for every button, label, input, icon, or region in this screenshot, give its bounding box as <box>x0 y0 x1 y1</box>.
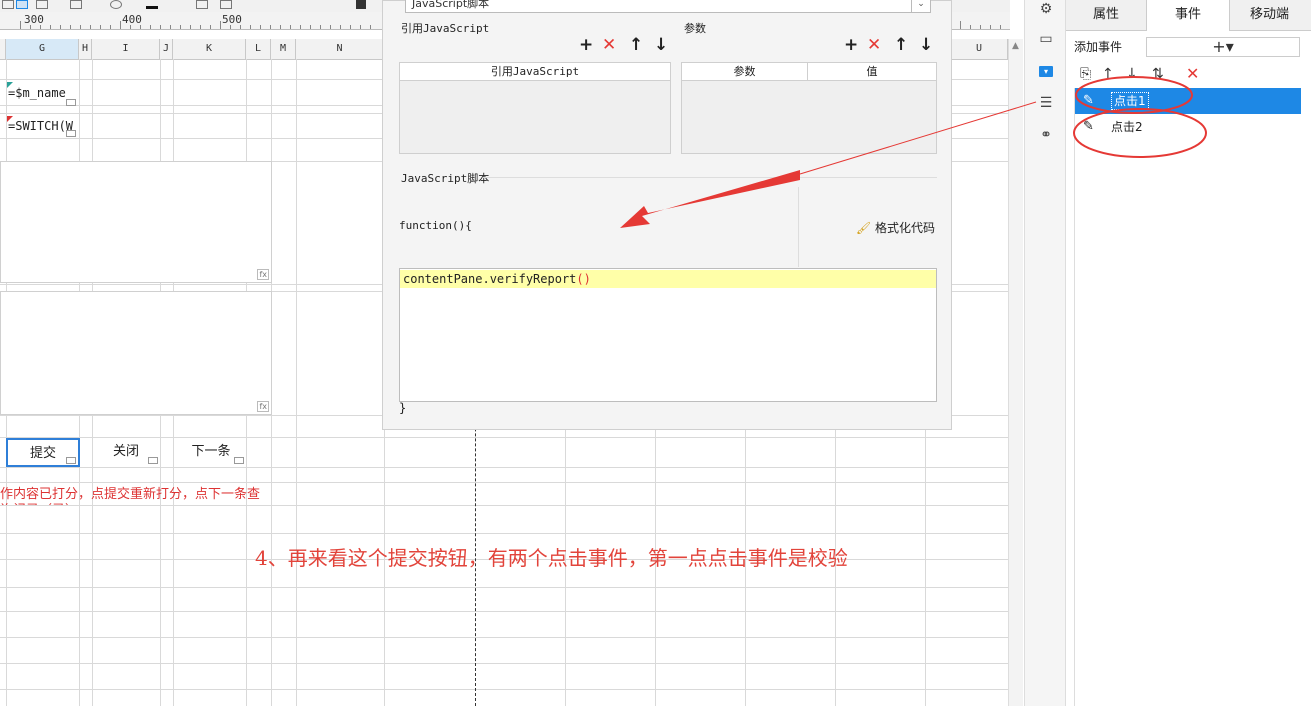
vertical-scrollbar[interactable]: ▲ <box>1008 39 1023 706</box>
delete-icon[interactable]: ✕ <box>1186 64 1199 83</box>
column-header-l[interactable]: L <box>246 39 271 59</box>
remove-ref-icon[interactable]: ✕ <box>602 35 616 55</box>
param-column-header: 参数 <box>682 63 808 81</box>
move-down-icon[interactable]: ↓ <box>1126 66 1138 82</box>
move-up-icon[interactable]: ↑ <box>1102 66 1114 82</box>
move-param-up-icon[interactable]: ↑ <box>894 35 908 55</box>
column-header-h[interactable]: H <box>79 39 92 59</box>
param-section-label: 参数 <box>684 22 706 35</box>
code-line[interactable]: contentPane.verifyReport() <box>400 270 936 288</box>
align-left-icon[interactable] <box>2 0 14 9</box>
event-item-label: 点击2 <box>1111 120 1143 134</box>
border-icon[interactable] <box>70 0 82 9</box>
side-icon-bar: ⚙ ▭ ▾ ☰ ⚭ <box>1024 0 1066 706</box>
move-param-down-icon[interactable]: ↓ <box>919 35 933 55</box>
tab-events[interactable]: 事件 <box>1146 0 1230 31</box>
merged-cell-block[interactable]: fx <box>0 161 272 283</box>
note-text: 询记录（录） <box>0 499 78 505</box>
add-event-label: 添加事件 <box>1074 40 1123 54</box>
column-header-m[interactable]: M <box>271 39 296 59</box>
brush-icon: 🖌 <box>855 221 872 235</box>
ref-js-table[interactable]: 引用JavaScript <box>399 62 671 154</box>
dropdown-widget-icon[interactable]: ▾ <box>1039 66 1053 77</box>
merge-icon[interactable] <box>196 0 208 9</box>
align-center-icon[interactable] <box>16 0 28 9</box>
event-toolbar: ⎘ ↑ ↓ ⇅ ✕ <box>1074 64 1304 88</box>
closing-brace: } <box>399 401 407 415</box>
scroll-up-icon[interactable]: ▲ <box>1012 41 1019 51</box>
formula-marker: fx <box>257 269 269 280</box>
layers-icon[interactable]: ☰ <box>1037 94 1055 112</box>
column-header-i[interactable]: I <box>92 39 160 59</box>
tab-properties[interactable]: 属性 <box>1066 0 1146 30</box>
javascript-event-dialog: JavaScript脚本 ⌄ 引用JavaScript 参数 + ✕ ↑ ↓ +… <box>382 0 952 430</box>
formula-marker: fx <box>257 401 269 412</box>
script-type-select[interactable]: JavaScript脚本 ⌄ <box>405 0 931 13</box>
fill-color-icon[interactable] <box>110 0 122 9</box>
script-section-label: JavaScript脚本 <box>401 172 490 185</box>
panel-tabs: 属性 事件 移动端 <box>1066 0 1311 31</box>
split-icon[interactable] <box>220 0 232 9</box>
script-type-value: JavaScript脚本 <box>412 0 490 10</box>
value-column-header: 值 <box>808 63 936 81</box>
format-code-label: 格式化代码 <box>874 221 935 235</box>
widget-settings-icon[interactable]: ⚙ <box>1037 0 1055 18</box>
ruler-label: 400 <box>122 13 142 26</box>
link-icon[interactable]: ⚭ <box>1037 126 1055 144</box>
code-editor[interactable]: contentPane.verifyReport() <box>399 268 937 402</box>
tab-mobile[interactable]: 移动端 <box>1228 0 1311 30</box>
cell-g-switch[interactable]: =SWITCH(W <box>8 119 73 133</box>
event-item[interactable]: ✎ 点击1 <box>1075 88 1301 114</box>
chart-icon[interactable] <box>356 0 366 9</box>
column-header-k[interactable]: K <box>173 39 246 59</box>
column-header-n[interactable]: N <box>296 39 384 59</box>
param-table[interactable]: 参数 值 <box>681 62 937 154</box>
event-item[interactable]: ✎ 点击2 <box>1075 114 1301 140</box>
add-ref-icon[interactable]: + <box>579 35 593 55</box>
move-ref-down-icon[interactable]: ↓ <box>654 35 668 55</box>
copy-icon[interactable]: ⎘ <box>1080 66 1091 82</box>
column-header-j[interactable]: J <box>160 39 173 59</box>
frame-icon[interactable]: ▭ <box>1037 30 1055 48</box>
edit-pencil-icon: ✎ <box>1083 119 1094 134</box>
chevron-down-icon[interactable]: ⌄ <box>911 0 930 12</box>
align-right-icon[interactable] <box>36 0 48 9</box>
column-header-g[interactable]: G <box>6 39 79 59</box>
add-param-icon[interactable]: + <box>844 35 858 55</box>
merged-cell-block[interactable]: fx <box>0 291 272 415</box>
sort-icon[interactable]: ⇅ <box>1152 66 1164 82</box>
add-event-button[interactable]: +▾ <box>1146 37 1300 57</box>
property-panel: 属性 事件 移动端 添加事件 +▾ ⎘ ↑ ↓ ⇅ ✕ ✎ 点击1 ✎ 点击2 <box>1066 0 1311 706</box>
event-item-label: 点击1 <box>1111 92 1149 110</box>
format-code-button[interactable]: 🖌 格式化代码 <box>798 187 939 267</box>
edit-pencil-icon: ✎ <box>1083 93 1094 108</box>
function-signature: function(){ <box>399 219 472 232</box>
column-header-u[interactable]: U <box>951 39 1008 59</box>
event-list: ✎ 点击1 ✎ 点击2 <box>1074 88 1301 706</box>
remove-param-icon[interactable]: ✕ <box>867 35 881 55</box>
tutorial-caption: 4、再来看这个提交按钮，有两个点击事件，第一点点击事件是校验 <box>255 546 848 570</box>
ref-js-column-header: 引用JavaScript <box>400 63 670 81</box>
function-header-row: function(){ 🖌 格式化代码 <box>399 187 939 267</box>
cell-g-name[interactable]: =$m_name <box>8 86 66 100</box>
move-ref-up-icon[interactable]: ↑ <box>629 35 643 55</box>
font-color-icon[interactable] <box>146 0 158 9</box>
ruler-label: 500 <box>222 13 242 26</box>
ref-js-section-label: 引用JavaScript <box>401 22 490 35</box>
